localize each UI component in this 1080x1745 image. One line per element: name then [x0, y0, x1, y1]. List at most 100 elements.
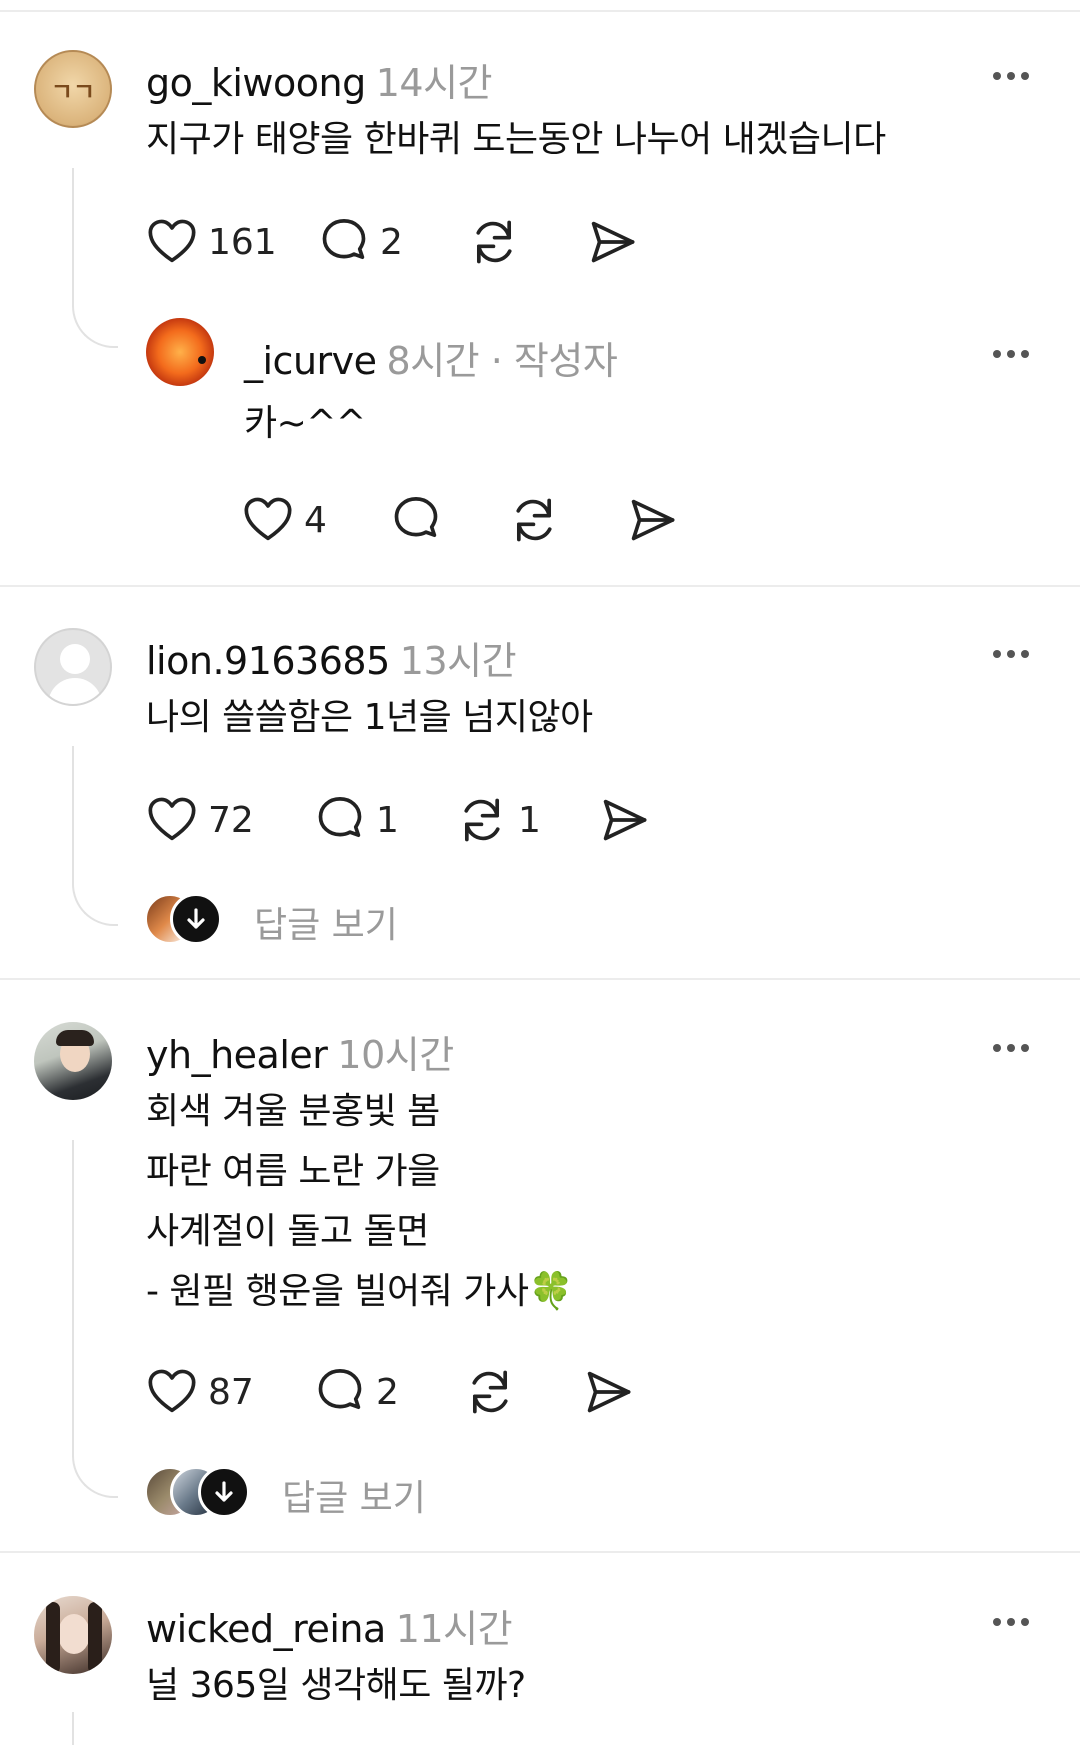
thread-line: [72, 746, 74, 878]
avatar-body: [48, 678, 102, 704]
more-dots-icon[interactable]: [993, 1044, 1029, 1052]
avatar-hair: [88, 1602, 102, 1674]
thread-connector: [72, 1450, 118, 1498]
section-divider: [0, 10, 1080, 12]
post-text-line: 지구가 태양을 한바퀴 도는동안 나누어 내겠습니다: [146, 119, 886, 160]
comment-bubble-icon: [314, 794, 366, 846]
post-time: 11시간: [395, 1607, 513, 1651]
repost-icon: [468, 216, 520, 268]
more-dots-icon[interactable]: [993, 350, 1029, 358]
comment-bubble-icon: [314, 1366, 366, 1418]
heart-icon: [146, 1366, 198, 1418]
thread-line: [72, 1140, 74, 1450]
like-button[interactable]: 4: [242, 494, 327, 546]
send-icon: [626, 494, 678, 546]
post-text-line: 사계절이 돌고 돌면: [146, 1211, 429, 1252]
repost-button[interactable]: 1: [456, 794, 541, 846]
comment-count: 2: [380, 221, 403, 263]
username[interactable]: lion.9163685: [146, 639, 390, 683]
more-dots-icon[interactable]: [993, 650, 1029, 658]
comment-button[interactable]: 2: [314, 1366, 399, 1418]
repost-icon: [456, 794, 508, 846]
default-avatar-icon[interactable]: [34, 628, 112, 706]
thread-line: [72, 168, 74, 306]
post-text-line: 널 365일 생각해도 될까?: [146, 1665, 526, 1706]
section-divider: [0, 978, 1080, 980]
thread-connector: [72, 302, 118, 348]
like-count: 87: [208, 1371, 254, 1413]
comment-button[interactable]: 1: [314, 794, 399, 846]
username[interactable]: _icurve: [244, 339, 377, 383]
heart-icon: [242, 494, 294, 546]
arrow-down-icon[interactable]: [198, 1466, 250, 1518]
avatar-text: ㄱㄱ: [50, 77, 96, 106]
send-icon: [598, 794, 650, 846]
avatar[interactable]: [146, 318, 214, 386]
comment-button[interactable]: [390, 494, 442, 546]
post-header: yh_healer 10시간: [146, 1024, 454, 1079]
like-count: 72: [208, 799, 254, 841]
comment-count: 1: [376, 799, 399, 841]
more-dots-icon[interactable]: [993, 72, 1029, 80]
view-replies-link[interactable]: 답글 보기: [254, 896, 398, 948]
repost-icon: [464, 1366, 516, 1418]
view-replies-link[interactable]: 답글 보기: [282, 1469, 426, 1521]
like-button[interactable]: 161: [146, 216, 277, 268]
post-header: go_kiwoong 14시간: [146, 52, 493, 107]
send-icon: [582, 1366, 634, 1418]
like-count: 161: [208, 221, 277, 263]
repost-button[interactable]: [464, 1366, 516, 1418]
share-button[interactable]: [626, 494, 678, 546]
post-text-line: 파란 여름 노란 가을: [146, 1151, 440, 1192]
comment-button[interactable]: 2: [318, 216, 403, 268]
reply-header: _icurve 8시간 · 작성자: [244, 330, 618, 385]
username[interactable]: go_kiwoong: [146, 61, 366, 105]
like-count: 4: [304, 499, 327, 541]
share-button[interactable]: [586, 216, 638, 268]
post-text: 지구가 태양을 한바퀴 도는동안 나누어 내겠습니다: [146, 110, 886, 170]
repost-button[interactable]: [468, 216, 520, 268]
post-text: 나의 쓸쓸함은 1년을 넘지않아: [146, 688, 593, 748]
heart-icon: [146, 216, 198, 268]
avatar-hair: [56, 1030, 94, 1046]
share-button[interactable]: [582, 1366, 634, 1418]
repost-button[interactable]: [508, 494, 560, 546]
section-divider: [0, 585, 1080, 587]
reply-text: 카~^^: [244, 403, 366, 444]
avatar-dot: [198, 356, 206, 364]
avatar-face: [58, 1614, 90, 1654]
post-text: 회색 겨울 분홍빛 봄 파란 여름 노란 가을 사계절이 돌고 돌면 - 원필 …: [146, 1082, 573, 1322]
arrow-down-icon[interactable]: [170, 893, 222, 945]
section-divider: [0, 1551, 1080, 1553]
post-time: 10시간: [337, 1033, 454, 1077]
post-text-line: 회색 겨울 분홍빛 봄: [146, 1091, 440, 1132]
avatar[interactable]: [34, 1596, 112, 1674]
username[interactable]: wicked_reina: [146, 1607, 386, 1651]
post-header: lion.9163685 13시간: [146, 630, 517, 685]
like-button[interactable]: 87: [146, 1366, 254, 1418]
avatar-head: [60, 644, 90, 674]
more-dots-icon[interactable]: [993, 1618, 1029, 1626]
post-text-line: 나의 쓸쓸함은 1년을 넘지않아: [146, 697, 593, 738]
reply-time: 8시간: [386, 339, 480, 383]
avatar[interactable]: ㄱㄱ: [34, 50, 112, 128]
share-button[interactable]: [598, 794, 650, 846]
thread-connector: [72, 878, 118, 926]
username[interactable]: yh_healer: [146, 1033, 328, 1077]
avatar[interactable]: [34, 1022, 112, 1100]
like-button[interactable]: 72: [146, 794, 254, 846]
heart-icon: [146, 794, 198, 846]
send-icon: [586, 216, 638, 268]
thread-line: [72, 1712, 74, 1745]
post-text: 널 365일 생각해도 될까?: [146, 1656, 526, 1716]
avatar-hair: [46, 1602, 60, 1674]
post-text-line: - 원필 행운을 빌어줘 가사🍀: [146, 1271, 573, 1312]
post-time: 13시간: [399, 639, 517, 683]
repost-count: 1: [518, 799, 541, 841]
repost-icon: [508, 494, 560, 546]
author-tag: · 작성자: [490, 339, 618, 383]
comment-count: 2: [376, 1371, 399, 1413]
comment-bubble-icon: [318, 216, 370, 268]
comment-bubble-icon: [390, 494, 442, 546]
post-time: 14시간: [375, 61, 493, 105]
